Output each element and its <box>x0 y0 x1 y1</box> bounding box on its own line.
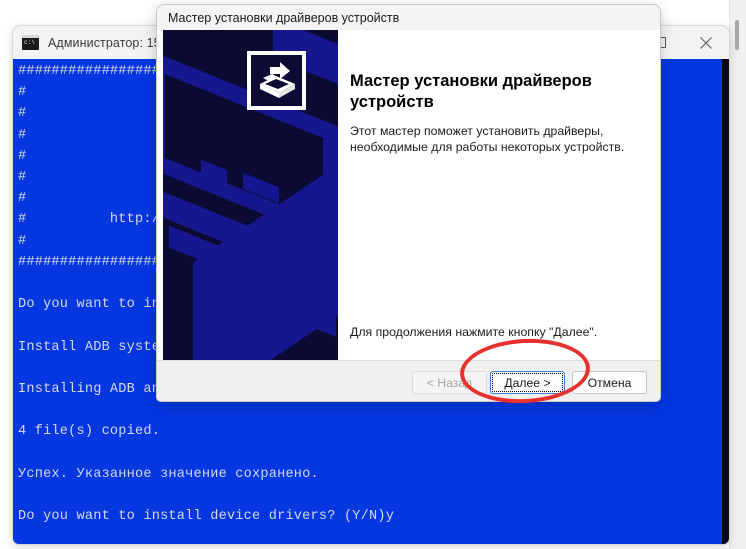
console-icon <box>22 35 39 50</box>
wizard-banner-image <box>163 30 338 360</box>
next-button[interactable]: Далее > <box>490 371 565 394</box>
driver-wizard-dialog[interactable]: Мастер установки драйверов устройств Мас… <box>157 5 660 401</box>
wizard-hint: Для продолжения нажмите кнопку "Далее". <box>350 325 598 339</box>
back-button[interactable]: < Назад <box>412 371 487 394</box>
desktop-background: Администратор: 15 se ###################… <box>0 0 746 549</box>
wizard-title: Мастер установки драйверов устройств <box>168 10 400 25</box>
wizard-titlebar[interactable]: Мастер установки драйверов устройств <box>157 5 660 30</box>
wizard-text-panel: Мастер установки драйверов устройств Это… <box>338 30 660 360</box>
page-background-right <box>729 0 746 549</box>
close-icon[interactable] <box>683 26 729 59</box>
cancel-button[interactable]: Отмена <box>572 371 647 394</box>
wizard-content: Мастер установки драйверов устройств Это… <box>157 30 660 360</box>
console-scrollbar[interactable] <box>722 59 729 544</box>
page-scrollbar-thumb[interactable] <box>735 20 739 50</box>
wizard-heading: Мастер установки драйверов устройств <box>350 72 592 111</box>
wizard-footer: < Назад Далее > Отмена <box>157 360 660 401</box>
driver-install-icon <box>247 51 306 110</box>
wizard-description: Этот мастер поможет установить драйверы,… <box>350 124 625 154</box>
